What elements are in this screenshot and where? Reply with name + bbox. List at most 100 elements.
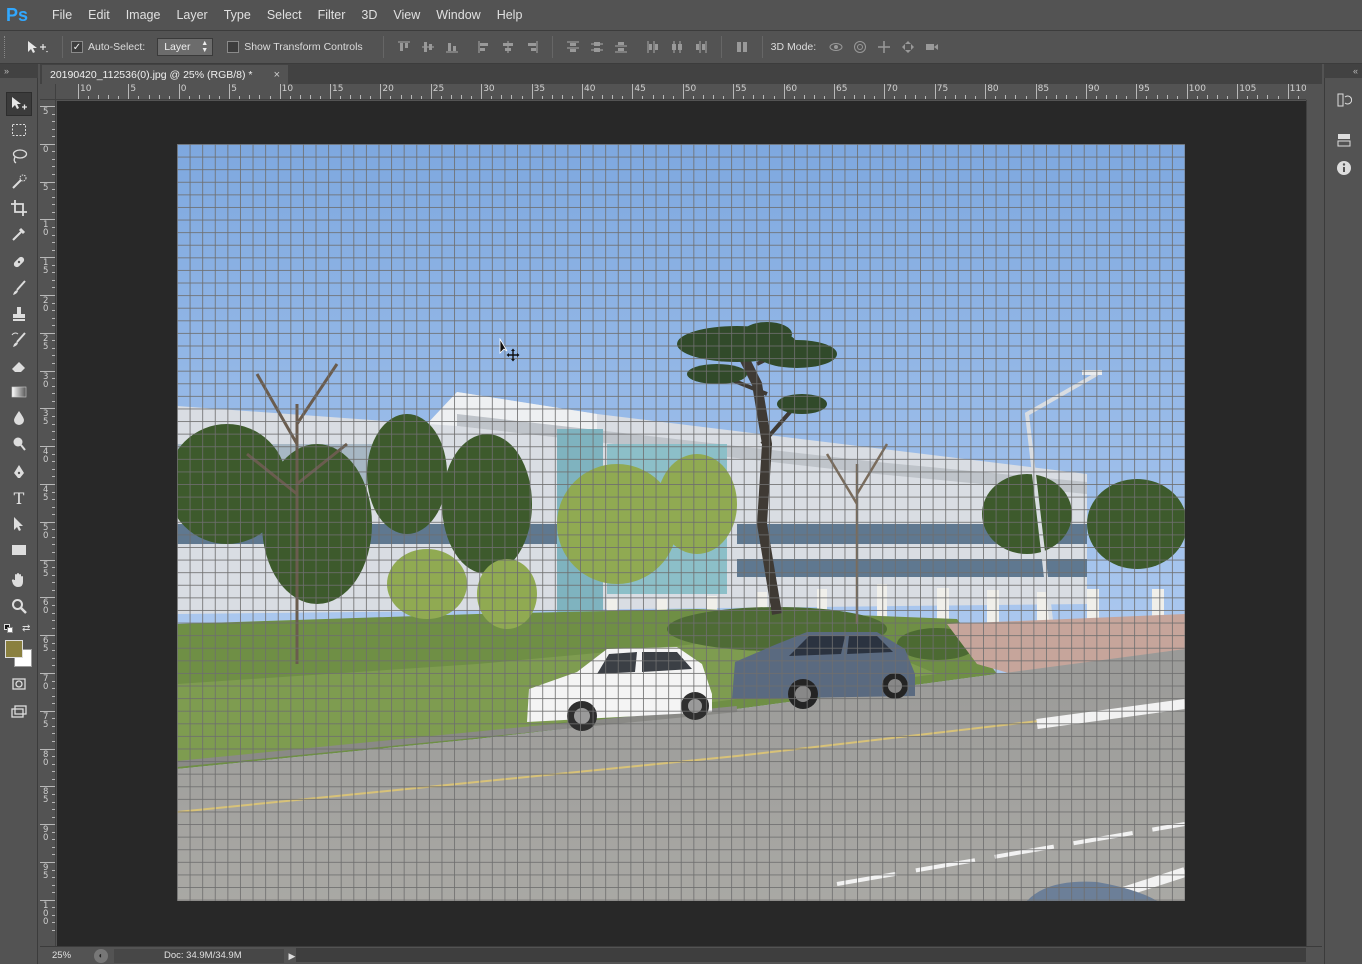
distribute-vertical-centers-icon[interactable] — [588, 39, 606, 55]
ruler-origin[interactable] — [40, 84, 56, 100]
brush-tool-button[interactable] — [6, 276, 32, 300]
ruler-minor-tick — [612, 95, 614, 99]
ruler-minor-tick — [52, 574, 55, 576]
ruler-minor-tick — [52, 158, 55, 160]
ruler-minor-tick — [52, 793, 55, 795]
quick-mask-button[interactable] — [6, 672, 32, 696]
info-panel-button[interactable] — [1334, 158, 1354, 178]
healing-brush-tool-button[interactable] — [6, 250, 32, 274]
path-select-tool-button[interactable] — [6, 512, 32, 536]
menu-help[interactable]: Help — [489, 0, 531, 30]
right-dock-header[interactable]: « — [1324, 64, 1362, 78]
vertical-scrollbar[interactable] — [1306, 100, 1322, 946]
rectangle-tool-button[interactable] — [6, 538, 32, 562]
ruler-minor-tick — [52, 499, 55, 501]
3d-pan-icon[interactable] — [875, 39, 893, 55]
properties-panel-button[interactable] — [1334, 130, 1354, 150]
distribute-bottom-icon[interactable] — [612, 39, 630, 55]
align-bottom-edges-icon[interactable] — [443, 39, 461, 55]
3d-scale-icon[interactable] — [923, 39, 941, 55]
clone-stamp-tool-button[interactable] — [6, 302, 32, 326]
quick-mask-icon — [12, 678, 26, 690]
align-right-edges-icon[interactable] — [523, 39, 541, 55]
ruler-minor-tick — [1156, 95, 1158, 99]
ruler-major-tick — [985, 84, 987, 99]
photoshop-logo: Ps — [6, 5, 29, 25]
menu-file[interactable]: File — [44, 0, 80, 30]
foreground-color-swatch[interactable] — [5, 640, 23, 658]
ruler-minor-tick — [52, 317, 55, 319]
ruler-minor-tick — [692, 96, 694, 99]
close-tab-icon[interactable]: × — [274, 69, 280, 81]
swap-colors-icon[interactable]: ⇄ — [22, 623, 30, 634]
type-tool-button[interactable]: T — [6, 486, 32, 510]
distribute-horizontal-centers-icon[interactable] — [668, 39, 686, 55]
zoom-tool-button[interactable] — [6, 594, 32, 618]
eraser-tool-button[interactable] — [6, 354, 32, 378]
menu-select[interactable]: Select — [259, 0, 310, 30]
auto-select-dropdown[interactable]: Layer ▲ ▼ — [157, 38, 214, 56]
document-tab[interactable]: 20190420_112536(0).jpg @ 25% (RGB/8) * × — [42, 65, 288, 84]
align-top-edges-icon[interactable] — [395, 39, 413, 55]
distribute-top-icon[interactable] — [564, 39, 582, 55]
ruler-minor-tick — [52, 589, 55, 591]
menu-edit[interactable]: Edit — [80, 0, 118, 30]
menu-3d[interactable]: 3D — [353, 0, 385, 30]
ruler-minor-tick — [541, 96, 543, 99]
menu-image[interactable]: Image — [118, 0, 169, 30]
tool-preset-picker[interactable] — [20, 36, 54, 58]
gradient-tool-button[interactable] — [6, 380, 32, 404]
ruler-minor-tick — [1015, 95, 1017, 99]
auto-align-layers-icon[interactable] — [733, 39, 751, 55]
align-left-edges-icon[interactable] — [475, 39, 493, 55]
document-image[interactable] — [177, 144, 1185, 901]
ruler-minor-tick — [188, 96, 190, 99]
hand-tool-button[interactable] — [6, 568, 32, 592]
lasso-tool-button[interactable] — [6, 144, 32, 168]
menu-window[interactable]: Window — [428, 0, 488, 30]
ruler-minor-tick — [52, 846, 55, 848]
marquee-tool-button[interactable] — [6, 118, 32, 142]
menu-filter[interactable]: Filter — [310, 0, 354, 30]
ruler-tick-label: 100 — [1188, 84, 1206, 94]
screen-mode-button[interactable] — [6, 700, 32, 724]
auto-select-checkbox[interactable]: ✓ — [71, 41, 83, 53]
ruler-minor-tick — [168, 96, 170, 99]
bandage-icon — [13, 256, 25, 268]
ruler-major-tick — [1186, 84, 1188, 99]
vertical-ruler[interactable]: 5 0 5 1 0 1 5 2 0 2 5 3 0 3 5 4 0 4 5 5 0 5 5 6 0 6 5 7… — [40, 100, 56, 946]
history-brush-tool-button[interactable] — [6, 328, 32, 352]
move-tool-button[interactable] — [6, 92, 32, 116]
menu-view[interactable]: View — [385, 0, 428, 30]
distribute-left-icon[interactable] — [644, 39, 662, 55]
blur-tool-button[interactable] — [6, 406, 32, 430]
ruler-minor-tick — [108, 95, 110, 99]
menu-layer[interactable]: Layer — [168, 0, 215, 30]
align-vertical-centers-icon[interactable] — [419, 39, 437, 55]
3d-slide-icon[interactable] — [899, 39, 917, 55]
distribute-right-icon[interactable] — [692, 39, 710, 55]
align-horizontal-centers-icon[interactable] — [499, 39, 517, 55]
show-transform-checkbox[interactable] — [227, 41, 240, 53]
horizontal-ruler[interactable]: 10 5 0 5 10 15 20 25 30 35 40 45 50 55 60 65 70 75 80 85 90 9… — [56, 84, 1306, 100]
document-size-info[interactable]: Doc: 34.9M/34.9M — [114, 948, 284, 963]
crop-tool-button[interactable] — [6, 196, 32, 220]
dodge-tool-button[interactable] — [6, 432, 32, 456]
quick-select-tool-button[interactable] — [6, 170, 32, 194]
tools-panel-header[interactable]: » — [0, 64, 38, 78]
ruler-minor-tick — [410, 95, 412, 99]
document-profile-icon[interactable]: ◐ — [94, 948, 108, 963]
pen-tool-button[interactable] — [6, 460, 32, 484]
ruler-major-tick — [884, 84, 886, 99]
zoom-level-field[interactable]: 25% — [40, 949, 86, 963]
canvas-pasteboard[interactable] — [57, 101, 1306, 946]
ruler-minor-tick — [854, 95, 856, 99]
default-colors-icon[interactable] — [4, 624, 14, 634]
menu-type[interactable]: Type — [216, 0, 259, 30]
3d-orbit-icon[interactable] — [827, 39, 845, 55]
3d-roll-icon[interactable] — [851, 39, 869, 55]
options-bar-grip[interactable] — [4, 36, 10, 58]
eyedropper-tool-button[interactable] — [6, 222, 32, 246]
history-panel-button[interactable] — [1334, 90, 1354, 110]
horizontal-scrollbar[interactable] — [296, 948, 1306, 962]
